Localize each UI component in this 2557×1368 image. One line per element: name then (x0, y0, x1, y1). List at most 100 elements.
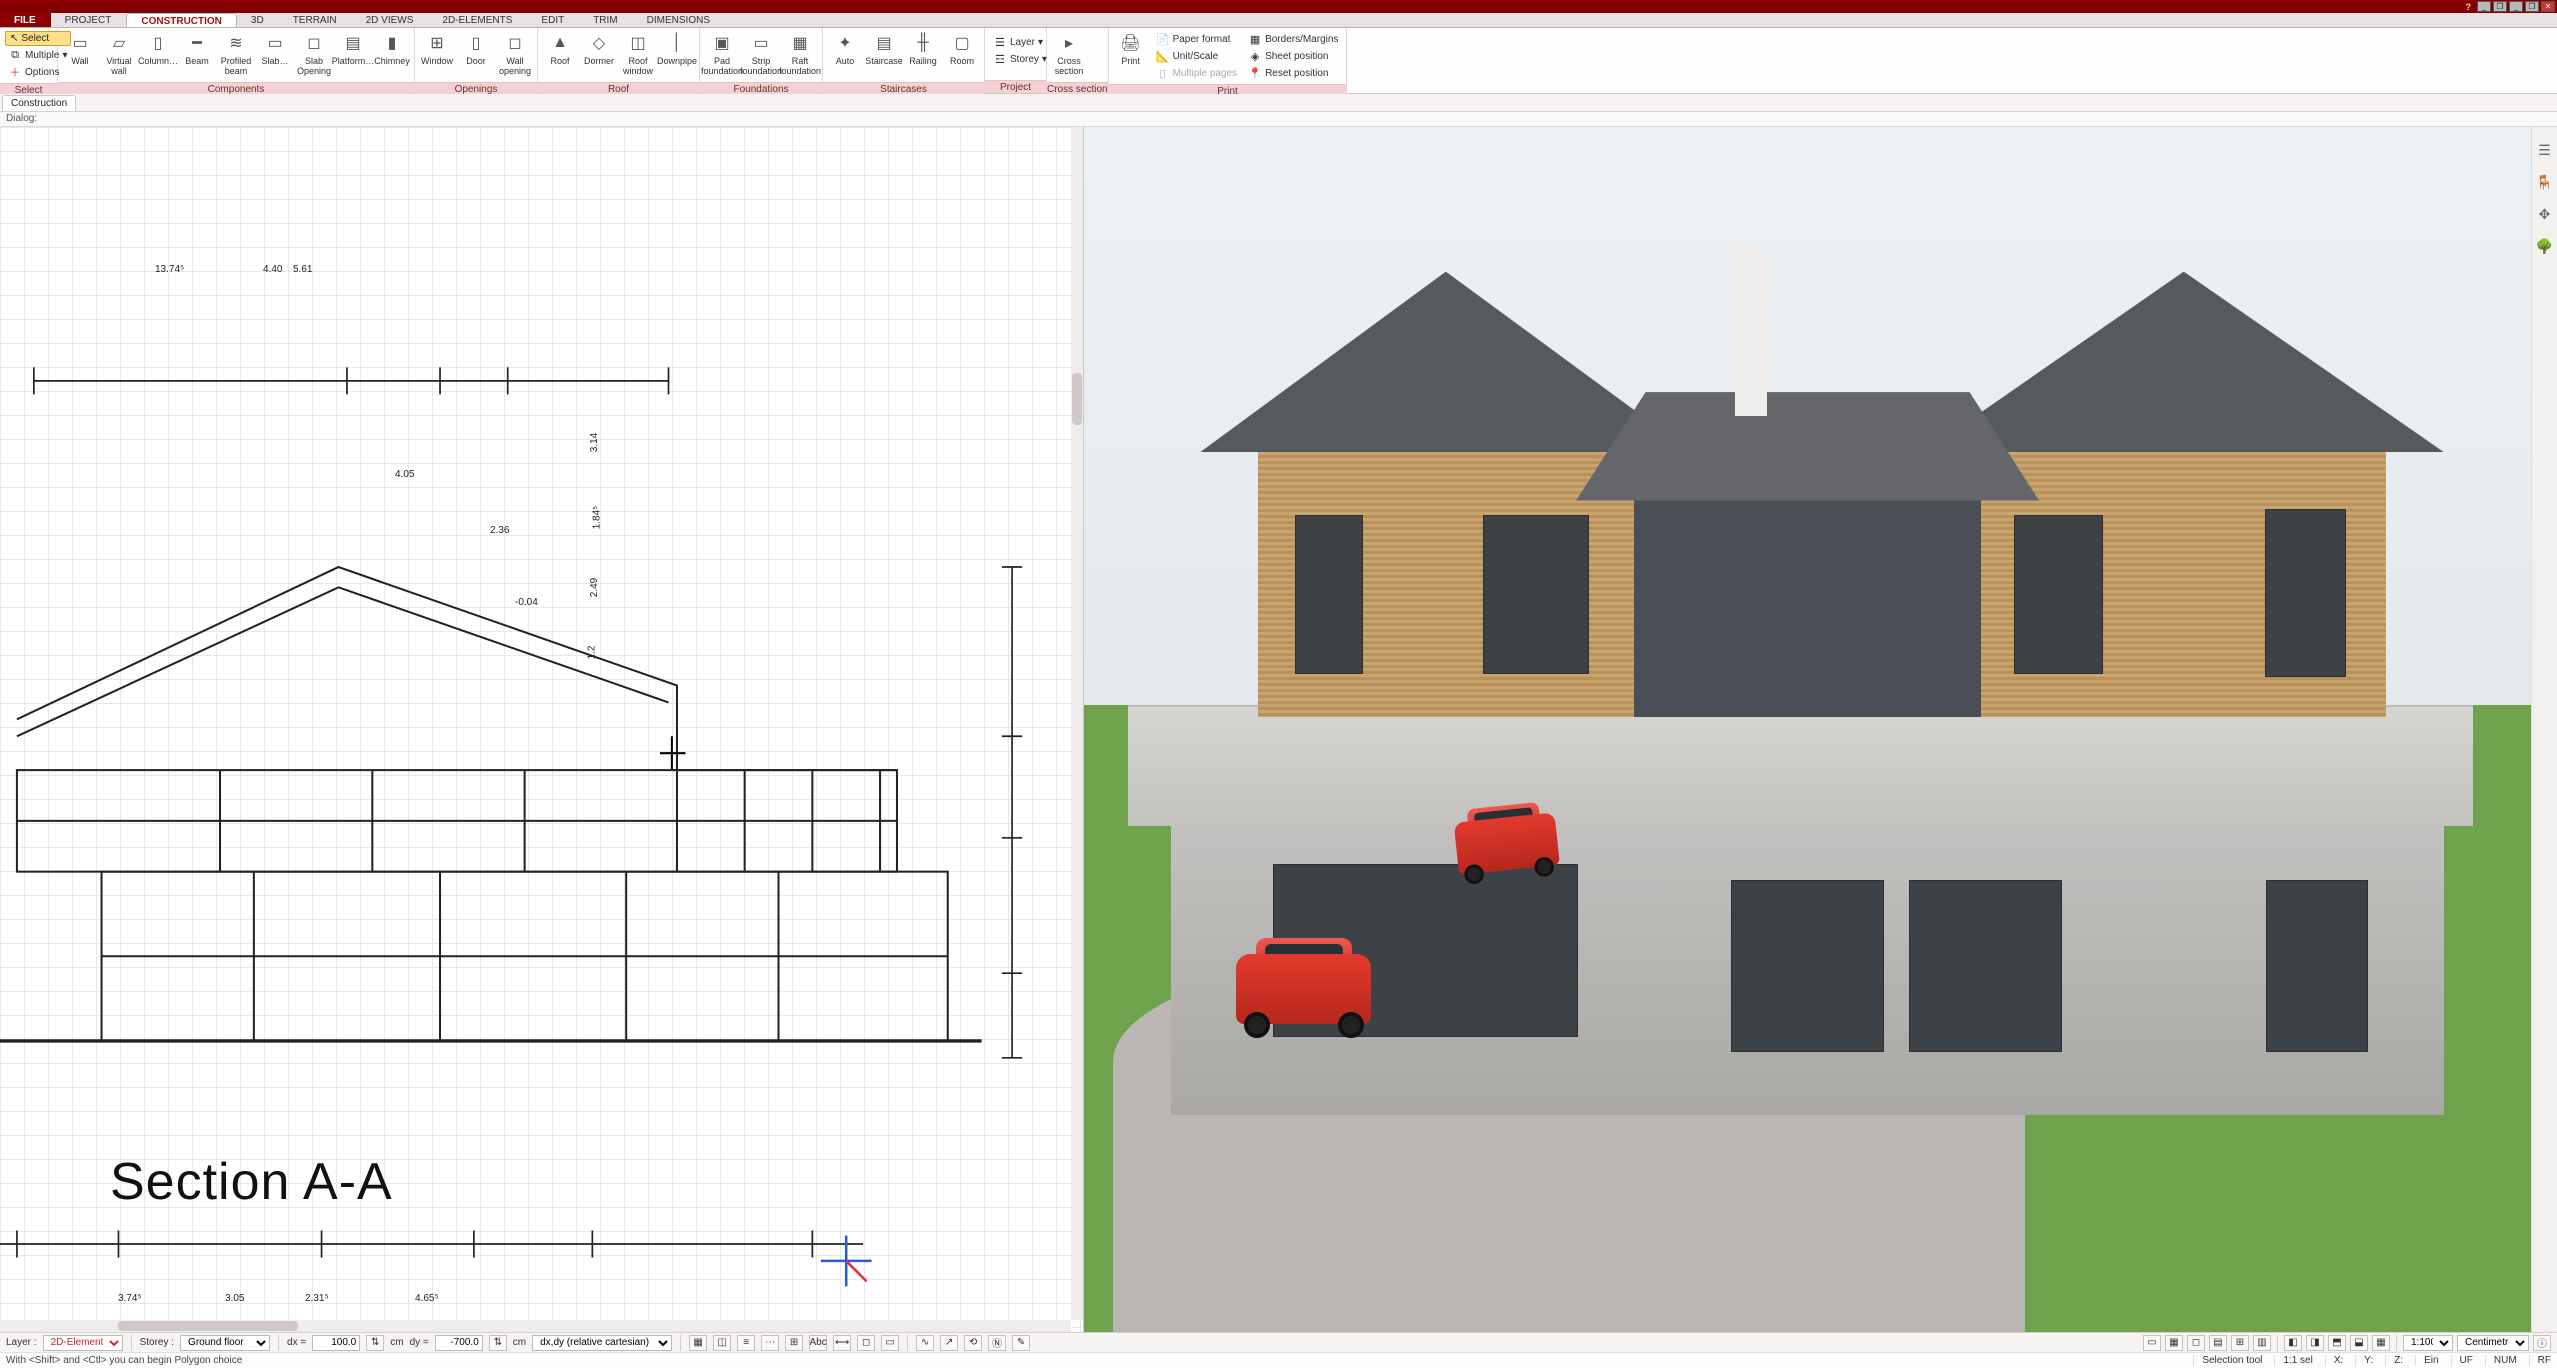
view-tool-5[interactable]: ⊞ (2231, 1335, 2249, 1351)
chair-icon[interactable]: 🪑 (2536, 173, 2554, 191)
raft-foundation-button[interactable]: ▦Raft foundation (781, 30, 819, 80)
print-button[interactable]: 🖨 Print (1112, 30, 1150, 80)
minimize-button[interactable]: _ (2477, 1, 2491, 12)
view-tool-6[interactable]: ▥ (2253, 1335, 2271, 1351)
snap-tool-5[interactable]: ⊞ (785, 1335, 803, 1351)
v-scroll-thumb[interactable] (1072, 373, 1082, 425)
tab-terrain[interactable]: TERRAIN (279, 13, 352, 27)
wall-label: Wall (71, 56, 88, 66)
tab-trim[interactable]: TRIM (579, 13, 632, 27)
scale-select[interactable]: 1:100 (2403, 1335, 2453, 1351)
view-tool-2[interactable]: ▦ (2165, 1335, 2183, 1351)
unit-scale-button[interactable]: 📐Unit/Scale (1153, 48, 1240, 64)
column-button[interactable]: ▯Column… (139, 30, 177, 80)
cross-section-button[interactable]: ▸ Cross section (1050, 30, 1088, 80)
v-scrollbar[interactable] (1071, 127, 1083, 1320)
info-tool[interactable]: ⓘ (2533, 1335, 2551, 1351)
storey-select[interactable]: Ground floor (180, 1335, 270, 1351)
move-icon[interactable]: ✥ (2536, 205, 2554, 223)
section-view-pane[interactable]: 13.74⁵ 4.40 5.61 4.05 2.36 -0.04 3.14 1.… (0, 127, 1084, 1332)
railing-button[interactable]: ╫Railing (904, 30, 942, 80)
slab-opening-button[interactable]: ◻Slab Opening (295, 30, 333, 80)
snap-tool-12[interactable]: ✎ (1012, 1335, 1030, 1351)
tab-dimensions[interactable]: DIMENSIONS (633, 13, 725, 27)
downpipe-button[interactable]: │Downpipe (658, 30, 696, 80)
snap-tool-1[interactable]: ▦ (689, 1335, 707, 1351)
sheet-position-button[interactable]: ◈Sheet position (1245, 48, 1341, 64)
view-tool-10[interactable]: ⬓ (2350, 1335, 2368, 1351)
unit-select[interactable]: Centimetre (2457, 1335, 2529, 1351)
tab-project[interactable]: PROJECT (51, 13, 127, 27)
view-tool-11[interactable]: ▦ (2372, 1335, 2390, 1351)
h-scroll-thumb[interactable] (118, 1321, 298, 1331)
snap-tool-7[interactable]: ◻ (857, 1335, 875, 1351)
snap-tool-4[interactable]: ⋯ (761, 1335, 779, 1351)
roof-window-button[interactable]: ◫Roof window (619, 30, 657, 80)
view-tool-3[interactable]: ◻ (2187, 1335, 2205, 1351)
pad-foundation-button[interactable]: ▣Pad foundation (703, 30, 741, 80)
platform-button[interactable]: ▤Platform… (334, 30, 372, 80)
storey-caption: Storey : (140, 1337, 174, 1348)
borders-margins-button[interactable]: ▦Borders/Margins (1245, 31, 1341, 47)
window-restore-small[interactable]: ❐ (2525, 1, 2539, 12)
snap-tool-6[interactable]: ⟷ (833, 1335, 851, 1351)
virtual-wall-button[interactable]: ▱Virtual wall (100, 30, 138, 80)
paper-format-button[interactable]: 📄Paper format (1153, 31, 1240, 47)
storey-dropdown[interactable]: ☲Storey ▾ (990, 51, 1050, 67)
view-tool-8[interactable]: ◨ (2306, 1335, 2324, 1351)
snap-tool-10[interactable]: ↗ (940, 1335, 958, 1351)
multiple-pages-button[interactable]: ▯Multiple pages (1153, 65, 1240, 81)
dy-spinner[interactable]: ⇅ (489, 1335, 507, 1351)
tab-2d-views[interactable]: 2D VIEWS (352, 13, 429, 27)
subtab-construction[interactable]: Construction (2, 95, 76, 111)
view-tool-9[interactable]: ⬒ (2328, 1335, 2346, 1351)
view-tool-7[interactable]: ◧ (2284, 1335, 2302, 1351)
snap-tool-3[interactable]: ≡ (737, 1335, 755, 1351)
strip-foundation-button[interactable]: ▭Strip foundation (742, 30, 780, 80)
snap-tool-2[interactable]: ◫ (713, 1335, 731, 1351)
wall-opening-button[interactable]: ◻Wall opening (496, 30, 534, 80)
staircase-button[interactable]: ▤Staircase (865, 30, 903, 80)
tab-edit[interactable]: EDIT (527, 13, 579, 27)
slab-button[interactable]: ▭Slab… (256, 30, 294, 80)
multiple-label: Multiple (25, 50, 59, 61)
reset-position-button[interactable]: 📍Reset position (1245, 65, 1341, 81)
tab-construction[interactable]: CONSTRUCTION (126, 13, 237, 27)
pad-foundation-label: Pad foundation (701, 56, 743, 76)
3d-view-pane[interactable] (1084, 127, 2531, 1332)
maximize-button[interactable]: ❐ (2493, 1, 2507, 12)
coord-mode-select[interactable]: dx,dy (relative cartesian) (532, 1335, 672, 1351)
layer-select[interactable]: 2D-Elemente (43, 1335, 123, 1351)
dy-input[interactable] (435, 1335, 483, 1351)
roof-button[interactable]: ▲Roof (541, 30, 579, 80)
window-close-small[interactable]: _ (2509, 1, 2523, 12)
window-button[interactable]: ⊞Window (418, 30, 456, 80)
chimney-button[interactable]: ▮Chimney (373, 30, 411, 80)
h-scrollbar[interactable] (0, 1320, 1071, 1332)
view-tool-1[interactable]: ▭ (2143, 1335, 2161, 1351)
view-tool-4[interactable]: ▤ (2209, 1335, 2227, 1351)
snap-tool-n[interactable]: Ⓝ (988, 1335, 1006, 1351)
help-icon[interactable]: ? (2466, 2, 2472, 12)
snap-tool-11[interactable]: ⟲ (964, 1335, 982, 1351)
layers-icon[interactable]: ☰ (2536, 141, 2554, 159)
profiled-beam-button[interactable]: ≋Profiled beam (217, 30, 255, 80)
tab-2d-elements[interactable]: 2D-ELEMENTS (428, 13, 527, 27)
dx-spinner[interactable]: ⇅ (366, 1335, 384, 1351)
snap-tool-9[interactable]: ∿ (916, 1335, 934, 1351)
close-button[interactable]: ✕ (2541, 1, 2555, 12)
auto-button[interactable]: ✦Auto (826, 30, 864, 80)
dx-input[interactable] (312, 1335, 360, 1351)
tab-3d[interactable]: 3D (237, 13, 279, 27)
room-button[interactable]: ▢Room (943, 30, 981, 80)
snap-tool-abc[interactable]: Abc (809, 1335, 827, 1351)
tab-file[interactable]: FILE (0, 13, 51, 27)
wall-button[interactable]: ▭Wall (61, 30, 99, 80)
snap-tool-8[interactable]: ▭ (881, 1335, 899, 1351)
raft-foundation-icon: ▦ (789, 32, 811, 54)
dormer-button[interactable]: ◇Dormer (580, 30, 618, 80)
layer-dropdown[interactable]: ☰Layer ▾ (990, 34, 1050, 50)
door-button[interactable]: ▯Door (457, 30, 495, 80)
beam-button[interactable]: ━Beam (178, 30, 216, 80)
tree-icon[interactable]: 🌳 (2536, 237, 2554, 255)
